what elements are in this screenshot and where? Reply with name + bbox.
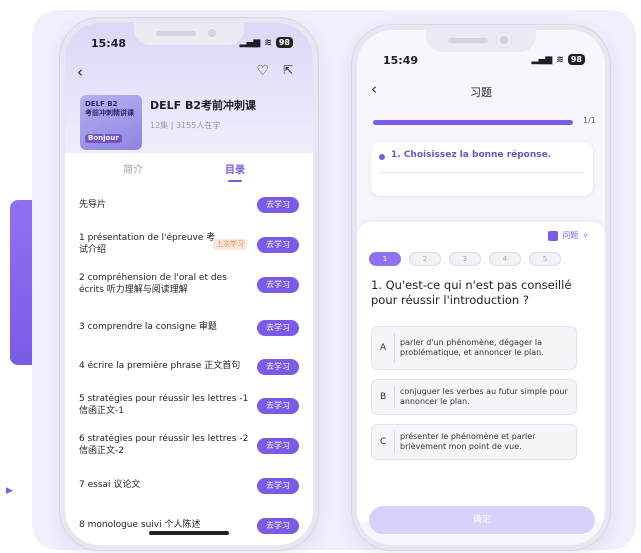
question-pill[interactable]: 4 bbox=[489, 252, 521, 266]
question-icon bbox=[548, 230, 559, 241]
battery-icon: 98 bbox=[567, 54, 585, 65]
question-tool[interactable]: 问题 ✧ bbox=[548, 230, 589, 241]
bullet-icon bbox=[379, 154, 385, 160]
lesson-title: 6 stratégies pour réussir les lettres -2… bbox=[79, 434, 249, 456]
lesson-row[interactable]: 2 compréhension de l'oral et des écrits … bbox=[65, 272, 313, 298]
option-b[interactable]: Bconjuguer les verbes au futur simple po… bbox=[371, 379, 577, 415]
question-nav: 1 2 3 4 5 bbox=[369, 252, 561, 266]
question-pill[interactable]: 1 bbox=[369, 252, 401, 266]
status-bar: 15:49 ▂▄▆ ≋ 98 bbox=[357, 54, 605, 72]
option-key: C bbox=[380, 437, 387, 447]
confirm-button[interactable]: 确定 bbox=[369, 506, 595, 534]
course-title: DELF B2考前冲刺课 bbox=[150, 99, 257, 112]
course-phone: 15:48 ▂▄▆ ≋ 98 ‹ ♡ ⇱ DELF B2 考前冲刺精讲课 Bonjo… bbox=[60, 18, 318, 550]
course-meta: 12集 | 3155人在学 bbox=[150, 121, 221, 130]
study-button[interactable]: 去学习 bbox=[257, 359, 299, 375]
exercise-phone: 15:49 ▂▄▆ ≋ 98 ‹ 习题 1/1 1. Choisissez la b… bbox=[352, 25, 610, 550]
option-divider bbox=[394, 386, 395, 408]
question-tool-label: 问题 bbox=[562, 231, 579, 240]
study-button[interactable]: 去学习 bbox=[257, 237, 299, 253]
signal-icon: ▂▄▆ bbox=[239, 37, 261, 48]
lesson-row[interactable]: 4 écrire la première phrase 正文首句 去学习 bbox=[65, 359, 313, 375]
lesson-title: 3 comprendre la consigne 审题 bbox=[79, 322, 217, 332]
instruction-text: 1. Choisissez la bonne réponse. bbox=[391, 150, 552, 160]
lesson-title: 2 compréhension de l'oral et des écrits … bbox=[79, 273, 227, 295]
tab-catalog[interactable]: 目录 bbox=[225, 161, 245, 176]
cover-subtitle: 考前冲刺精讲课 bbox=[85, 109, 134, 117]
lesson-title: 先导片 bbox=[79, 200, 107, 210]
instruction-card: 1. Choisissez la bonne réponse. bbox=[371, 142, 593, 196]
lesson-row[interactable]: 先导片 去学习 bbox=[65, 197, 313, 213]
lesson-title: 7 essai 议论文 bbox=[79, 480, 141, 490]
question-text: 1. Qu'est-ce qui n'est pas conseillé pou… bbox=[371, 278, 572, 307]
question-pill[interactable]: 3 bbox=[449, 252, 481, 266]
study-button[interactable]: 去学习 bbox=[257, 277, 299, 293]
study-button[interactable]: 去学习 bbox=[257, 398, 299, 414]
lesson-title: 8 monologue suivi 个人陈述 bbox=[79, 520, 201, 530]
cover-tag: Bonjour bbox=[85, 134, 122, 143]
status-icons: ▂▄▆ ≋ 98 bbox=[532, 54, 585, 65]
study-button[interactable]: 去学习 bbox=[257, 478, 299, 494]
wifi-icon: ≋ bbox=[264, 37, 272, 48]
lesson-title: 5 stratégies pour réussir les lettres -1… bbox=[79, 394, 249, 416]
lesson-row[interactable]: 7 essai 议论文 去学习 bbox=[65, 478, 313, 494]
lesson-title: 1 présentation de l'épreuve 考试介绍 bbox=[79, 233, 216, 255]
option-key: A bbox=[380, 343, 387, 353]
signal-icon: ▂▄▆ bbox=[531, 54, 553, 65]
lesson-row[interactable]: 6 stratégies pour réussir les lettres -2… bbox=[65, 433, 313, 459]
study-button[interactable]: 去学习 bbox=[257, 197, 299, 213]
study-button[interactable]: 去学习 bbox=[257, 320, 299, 336]
progress-bar bbox=[373, 120, 573, 125]
lesson-row[interactable]: 1 présentation de l'épreuve 考试介绍 上次学习 去学习 bbox=[65, 232, 313, 258]
status-icons: ▂▄▆ ≋ 98 bbox=[240, 37, 293, 48]
status-time: 15:48 bbox=[91, 37, 127, 50]
status-time: 15:49 bbox=[383, 54, 419, 67]
sparkle-icon: ✧ bbox=[582, 231, 589, 240]
divider bbox=[379, 172, 585, 173]
progress-label: 1/1 bbox=[583, 116, 596, 125]
side-tab bbox=[10, 200, 32, 365]
battery-icon: 98 bbox=[275, 37, 293, 48]
tab-underline bbox=[228, 180, 242, 182]
study-button[interactable]: 去学习 bbox=[257, 518, 299, 534]
page-title: 习题 bbox=[470, 86, 492, 99]
home-indicator bbox=[149, 531, 229, 535]
tab-intro[interactable]: 简介 bbox=[123, 161, 143, 176]
question-pill[interactable]: 2 bbox=[409, 252, 441, 266]
back-icon[interactable]: ‹ bbox=[77, 63, 83, 81]
notch bbox=[426, 30, 536, 52]
option-key: B bbox=[380, 392, 387, 402]
share-icon[interactable]: ⇱ bbox=[283, 63, 293, 77]
lesson-row[interactable]: 3 comprendre la consigne 审题 去学习 bbox=[65, 320, 313, 336]
last-study-badge: 上次学习 bbox=[213, 239, 247, 250]
arrow-icon: ▶ bbox=[6, 486, 13, 496]
option-a[interactable]: Aparler d'un phénomène, dégager la probl… bbox=[371, 326, 577, 370]
lesson-row[interactable]: 5 stratégies pour réussir les lettres -1… bbox=[65, 393, 313, 419]
option-divider bbox=[394, 431, 395, 453]
wifi-icon: ≋ bbox=[556, 54, 564, 65]
lesson-title: 4 écrire la première phrase 正文首句 bbox=[79, 361, 241, 371]
option-text: conjuguer les verbes au futur simple pou… bbox=[400, 387, 568, 406]
heart-icon[interactable]: ♡ bbox=[256, 63, 269, 79]
question-panel: 问题 ✧ 1 2 3 4 5 1. Qu'est-ce qui n'est pas… bbox=[357, 222, 605, 522]
cover-title: DELF B2 bbox=[85, 100, 118, 108]
question-pill[interactable]: 5 bbox=[529, 252, 561, 266]
option-divider bbox=[394, 333, 395, 363]
status-bar: 15:48 ▂▄▆ ≋ 98 bbox=[65, 37, 313, 55]
option-text: parler d'un phénomène, dégager la problé… bbox=[400, 338, 544, 357]
tab-bar: 简介 目录 bbox=[65, 153, 313, 183]
course-cover: DELF B2 考前冲刺精讲课 Bonjour bbox=[80, 95, 142, 150]
study-button[interactable]: 去学习 bbox=[257, 438, 299, 454]
option-c[interactable]: Cprésenter le phénomène et parler briève… bbox=[371, 424, 577, 460]
option-text: présenter le phénomène et parler brièvem… bbox=[400, 432, 536, 451]
